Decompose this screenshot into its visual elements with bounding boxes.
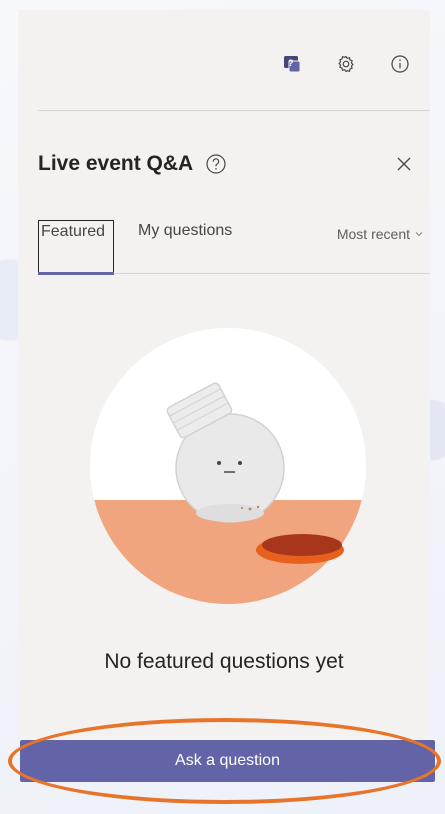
empty-jar-illustration — [90, 328, 366, 604]
close-icon[interactable] — [396, 156, 412, 172]
chevron-down-icon — [415, 232, 423, 237]
tab-featured-label: Featured — [41, 223, 106, 240]
info-icon[interactable] — [388, 52, 412, 76]
gear-icon[interactable] — [334, 52, 358, 76]
panel-header: Live event Q&A — [38, 152, 412, 176]
tab-my-questions-label: My questions — [138, 222, 233, 239]
panel-toolbar: ? — [280, 52, 412, 76]
ask-question-button[interactable]: Ask a question — [20, 740, 435, 782]
svg-text:?: ? — [288, 58, 294, 68]
tab-featured[interactable]: Featured — [38, 220, 114, 275]
empty-state-message: No featured questions yet — [104, 650, 344, 673]
sort-dropdown[interactable]: Most recent — [337, 226, 424, 242]
tab-bar: Featured My questions Most recent — [38, 210, 430, 275]
active-tab-indicator — [38, 272, 114, 275]
qa-panel: ? Live event Q&A Featured My questions M… — [18, 10, 430, 740]
tab-my-questions[interactable]: My questions — [138, 222, 232, 240]
qa-panel-icon[interactable]: ? — [280, 52, 304, 76]
toolbar-divider — [38, 110, 430, 111]
sort-label: Most recent — [336, 226, 410, 242]
panel-title: Live event Q&A — [38, 152, 194, 175]
help-icon[interactable] — [205, 153, 227, 175]
